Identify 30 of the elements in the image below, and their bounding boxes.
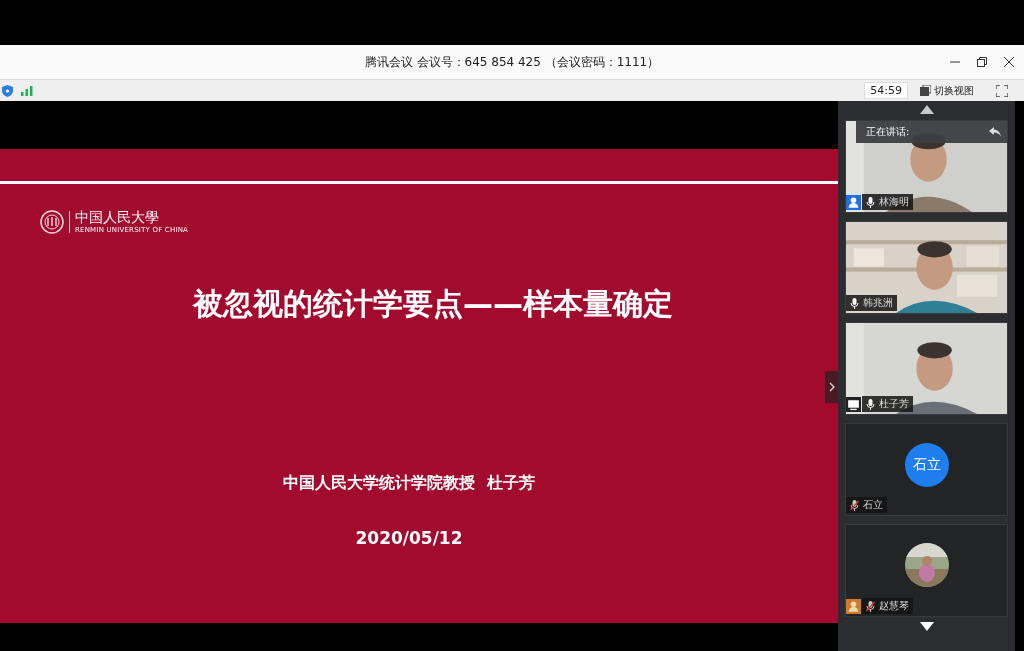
university-name: 中国人民大學 xyxy=(75,210,160,226)
participant-tile[interactable]: 石立 石立 xyxy=(845,423,1008,516)
slide-date: 2020/05/12 xyxy=(355,528,463,548)
restore-icon[interactable] xyxy=(977,57,987,67)
slide-title: 被忽视的统计学要点——样本量确定 xyxy=(193,285,673,323)
switch-view-icon xyxy=(920,85,931,96)
participant-tile[interactable]: 赵慧琴 xyxy=(845,524,1008,617)
chevron-right-icon xyxy=(828,382,835,392)
participant-name: 杜子芳 xyxy=(862,396,913,412)
meeting-timer: 54:59 xyxy=(864,82,908,99)
switch-view-button[interactable]: 切换视图 xyxy=(916,83,978,98)
participant-name: 石立 xyxy=(846,497,887,513)
participant-tile[interactable]: 韩兆洲 xyxy=(845,221,1008,314)
reply-icon[interactable] xyxy=(989,127,1001,137)
close-icon[interactable] xyxy=(1004,57,1014,67)
participant-tile[interactable]: 正在讲话: 林海明 xyxy=(845,120,1008,213)
participant-tile[interactable]: 杜子芳 xyxy=(845,322,1008,415)
speaking-label: 正在讲话: xyxy=(866,125,911,139)
fullscreen-icon[interactable] xyxy=(996,84,1008,97)
shield-icon[interactable] xyxy=(2,84,13,97)
scroll-up-icon[interactable] xyxy=(919,105,934,114)
participant-name: 赵慧琴 xyxy=(862,598,913,614)
collapse-panel-button[interactable] xyxy=(825,371,838,403)
scroll-down-icon[interactable] xyxy=(919,622,934,631)
avatar: 石立 xyxy=(904,442,949,487)
university-seal-icon xyxy=(40,210,64,234)
participant-name: 韩兆洲 xyxy=(846,295,897,311)
participant-name: 林海明 xyxy=(862,194,913,210)
window-title: 腾讯会议 会议号：645 854 425 （会议密码：1111） xyxy=(364,53,660,71)
slide-author: 中国人民大学统计学院教授 杜子芳 xyxy=(283,473,535,494)
